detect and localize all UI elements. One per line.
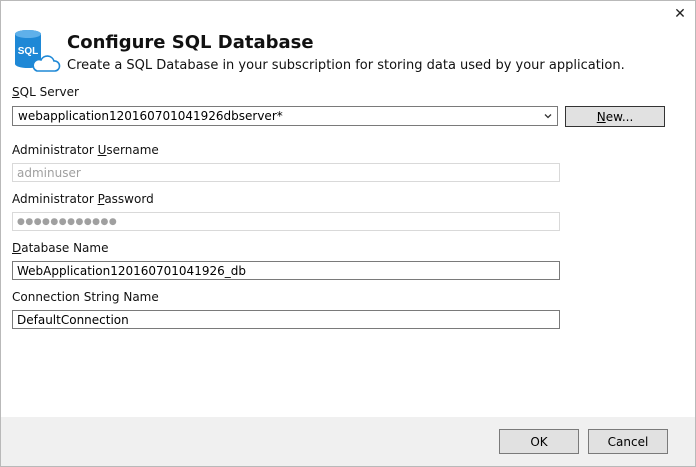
new-server-button[interactable]: New... bbox=[565, 106, 665, 127]
sql-database-icon: SQL bbox=[15, 30, 61, 72]
chevron-down-icon[interactable] bbox=[543, 111, 553, 121]
connection-string-label: Connection String Name bbox=[12, 290, 159, 304]
sql-server-label: SQL Server bbox=[12, 85, 79, 99]
connection-string-field[interactable]: DefaultConnection bbox=[12, 310, 560, 329]
admin-username-label: Administrator Username bbox=[12, 143, 159, 157]
ok-button[interactable]: OK bbox=[499, 429, 579, 454]
sql-server-value: webapplication120160701041926dbserver* bbox=[18, 109, 283, 123]
dialog-subtitle: Create a SQL Database in your subscripti… bbox=[67, 58, 625, 73]
svg-text:SQL: SQL bbox=[18, 46, 39, 57]
cancel-button[interactable]: Cancel bbox=[588, 429, 668, 454]
admin-username-field[interactable]: adminuser bbox=[12, 163, 560, 182]
database-name-label: Database Name bbox=[12, 241, 109, 255]
admin-password-label: Administrator Password bbox=[12, 192, 154, 206]
sql-server-select[interactable]: webapplication120160701041926dbserver* bbox=[12, 106, 558, 126]
configure-sql-database-dialog: ✕ SQL Configure SQL Database Create a SQ… bbox=[0, 0, 696, 467]
dialog-title: Configure SQL Database bbox=[67, 32, 314, 53]
database-name-field[interactable]: WebApplication120160701041926_db bbox=[12, 261, 560, 280]
admin-password-field[interactable]: ●●●●●●●●●●●● bbox=[12, 212, 560, 231]
close-icon[interactable]: ✕ bbox=[671, 5, 689, 23]
